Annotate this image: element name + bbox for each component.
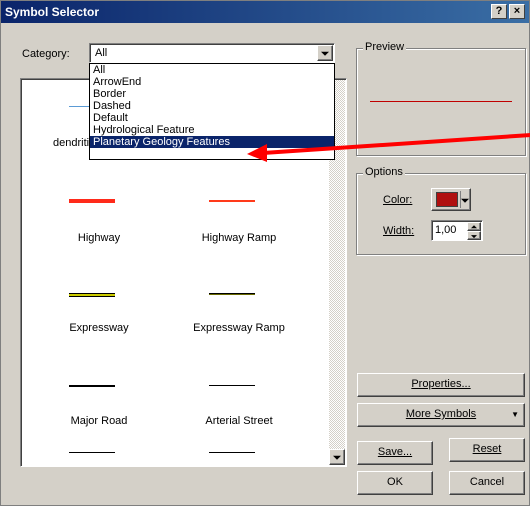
- annotation-arrow-icon: [247, 133, 530, 162]
- annotation-arrow-line: [262, 133, 530, 155]
- annotation-arrowhead: [247, 144, 267, 162]
- symbol-selector-window: Symbol Selector ? × Category: All dendri…: [0, 0, 530, 506]
